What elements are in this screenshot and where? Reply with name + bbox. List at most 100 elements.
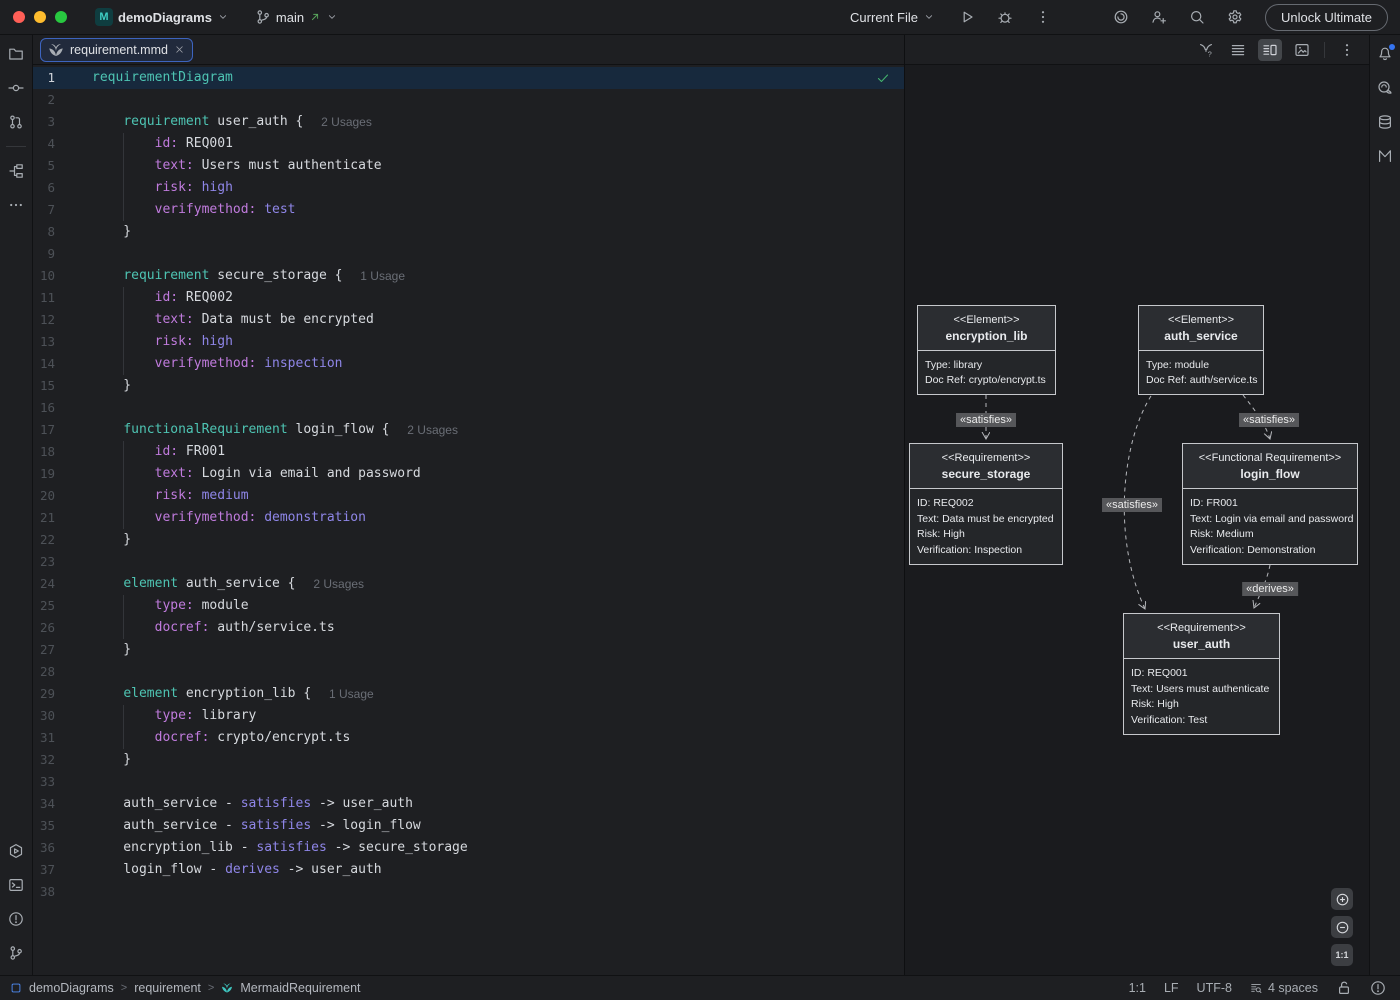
line-number[interactable]: 33 [33, 771, 55, 793]
line-number[interactable]: 32 [33, 749, 55, 771]
code-line-10[interactable]: 10 requirement secure_storage { 1 Usage [33, 265, 904, 287]
code-line-14[interactable]: 14 verifymethod: inspection [33, 353, 904, 375]
line-number[interactable]: 34 [33, 793, 55, 815]
line-number[interactable]: 8 [33, 221, 55, 243]
diagram-node-auth_service[interactable]: <<Element>>auth_serviceType: moduleDoc R… [1138, 305, 1264, 395]
code-line-31[interactable]: 31 docref: crypto/encrypt.ts [33, 727, 904, 749]
line-number[interactable]: 3 [33, 111, 55, 133]
code-line-34[interactable]: 34 auth_service - satisfies -> user_auth [33, 793, 904, 815]
code-line-38[interactable]: 38 [33, 881, 904, 903]
line-number[interactable]: 13 [33, 331, 55, 353]
code-line-9[interactable]: 9 [33, 243, 904, 265]
project-selector[interactable]: M demoDiagrams [89, 5, 235, 29]
code-line-22[interactable]: 22 } [33, 529, 904, 551]
line-number[interactable]: 25 [33, 595, 55, 617]
code-line-5[interactable]: 5 text: Users must authenticate [33, 155, 904, 177]
version-control-tool-button[interactable] [4, 941, 28, 965]
line-number[interactable]: 26 [33, 617, 55, 639]
line-number[interactable]: 19 [33, 463, 55, 485]
run-button[interactable] [955, 5, 979, 29]
code-line-37[interactable]: 37 login_flow - derives -> user_auth [33, 859, 904, 881]
code-line-13[interactable]: 13 risk: high [33, 331, 904, 353]
code-line-16[interactable]: 16 [33, 397, 904, 419]
code-line-12[interactable]: 12 text: Data must be encrypted [33, 309, 904, 331]
line-number[interactable]: 14 [33, 353, 55, 375]
mermaid-tool-button[interactable] [1373, 144, 1397, 168]
preview-only-view-button[interactable] [1290, 39, 1314, 61]
pull-requests-tool-button[interactable] [4, 110, 28, 134]
project-tool-button[interactable] [4, 42, 28, 66]
settings-button[interactable] [1223, 5, 1247, 29]
code-line-28[interactable]: 28 [33, 661, 904, 683]
line-number[interactable]: 7 [33, 199, 55, 221]
debug-button[interactable] [993, 5, 1017, 29]
code-line-32[interactable]: 32 } [33, 749, 904, 771]
code-editor[interactable]: 1requirementDiagram23 requirement user_a… [33, 65, 904, 975]
database-tool-button[interactable] [1373, 110, 1397, 134]
code-line-23[interactable]: 23 [33, 551, 904, 573]
code-line-1[interactable]: 1requirementDiagram [33, 67, 904, 89]
zoom-out-button[interactable] [1331, 916, 1353, 938]
code-line-27[interactable]: 27 } [33, 639, 904, 661]
code-line-24[interactable]: 24 element auth_service { 2 Usages [33, 573, 904, 595]
usages-inlay-hint[interactable]: 2 Usages [321, 111, 372, 133]
code-line-11[interactable]: 11 id: REQ002 [33, 287, 904, 309]
line-number[interactable]: 11 [33, 287, 55, 309]
branch-selector[interactable]: main [249, 6, 344, 28]
line-number[interactable]: 6 [33, 177, 55, 199]
line-number[interactable]: 16 [33, 397, 55, 419]
line-number[interactable]: 29 [33, 683, 55, 705]
code-line-15[interactable]: 15 } [33, 375, 904, 397]
line-number[interactable]: 1 [33, 67, 55, 89]
diagram-node-encryption_lib[interactable]: <<Element>>encryption_libType: libraryDo… [917, 305, 1056, 395]
code-line-4[interactable]: 4 id: REQ001 [33, 133, 904, 155]
diagram-node-user_auth[interactable]: <<Requirement>>user_authID: REQ001Text: … [1123, 613, 1280, 735]
encoding-widget[interactable]: UTF-8 [1197, 981, 1232, 995]
line-number[interactable]: 35 [33, 815, 55, 837]
line-number[interactable]: 23 [33, 551, 55, 573]
line-number[interactable]: 31 [33, 727, 55, 749]
line-number[interactable]: 18 [33, 441, 55, 463]
code-line-2[interactable]: 2 [33, 89, 904, 111]
lock-open-icon[interactable] [1336, 980, 1352, 996]
breadcrumb-project[interactable]: demoDiagrams [29, 981, 114, 995]
code-line-35[interactable]: 35 auth_service - satisfies -> login_flo… [33, 815, 904, 837]
diagram-node-login_flow[interactable]: <<Functional Requirement>>login_flowID: … [1182, 443, 1358, 565]
editor-preview-split-button[interactable] [1258, 39, 1282, 61]
breadcrumb-folder[interactable]: requirement [134, 981, 201, 995]
close-window-button[interactable] [13, 11, 25, 23]
line-number[interactable]: 30 [33, 705, 55, 727]
line-number[interactable]: 38 [33, 881, 55, 903]
line-number[interactable]: 22 [33, 529, 55, 551]
code-line-21[interactable]: 21 verifymethod: demonstration [33, 507, 904, 529]
close-tab-button[interactable] [174, 44, 185, 55]
code-line-33[interactable]: 33 [33, 771, 904, 793]
code-line-29[interactable]: 29 element encryption_lib { 1 Usage [33, 683, 904, 705]
code-line-19[interactable]: 19 text: Login via email and password [33, 463, 904, 485]
code-line-7[interactable]: 7 verifymethod: test [33, 199, 904, 221]
diagram-settings-button[interactable]: ? [1194, 39, 1218, 61]
line-number[interactable]: 27 [33, 639, 55, 661]
terminal-tool-button[interactable] [4, 873, 28, 897]
usages-inlay-hint[interactable]: 1 Usage [329, 683, 374, 705]
diagram-node-secure_storage[interactable]: <<Requirement>>secure_storageID: REQ002T… [909, 443, 1063, 565]
commit-tool-button[interactable] [4, 76, 28, 100]
more-tool-windows-button[interactable] [4, 193, 28, 217]
code-line-3[interactable]: 3 requirement user_auth { 2 Usages [33, 111, 904, 133]
line-number[interactable]: 4 [33, 133, 55, 155]
code-line-17[interactable]: 17 functionalRequirement login_flow { 2 … [33, 419, 904, 441]
ai-chat-tool-button[interactable] [1373, 76, 1397, 100]
inspections-widget-icon[interactable] [1370, 980, 1386, 996]
line-number[interactable]: 15 [33, 375, 55, 397]
problems-tool-button[interactable] [4, 907, 28, 931]
line-number[interactable]: 36 [33, 837, 55, 859]
code-line-6[interactable]: 6 risk: high [33, 177, 904, 199]
unlock-ultimate-button[interactable]: Unlock Ultimate [1265, 4, 1388, 31]
code-line-20[interactable]: 20 risk: medium [33, 485, 904, 507]
line-number[interactable]: 37 [33, 859, 55, 881]
line-number[interactable]: 24 [33, 573, 55, 595]
line-number[interactable]: 5 [33, 155, 55, 177]
line-number[interactable]: 20 [33, 485, 55, 507]
code-line-26[interactable]: 26 docref: auth/service.ts [33, 617, 904, 639]
more-actions-button[interactable] [1031, 5, 1055, 29]
